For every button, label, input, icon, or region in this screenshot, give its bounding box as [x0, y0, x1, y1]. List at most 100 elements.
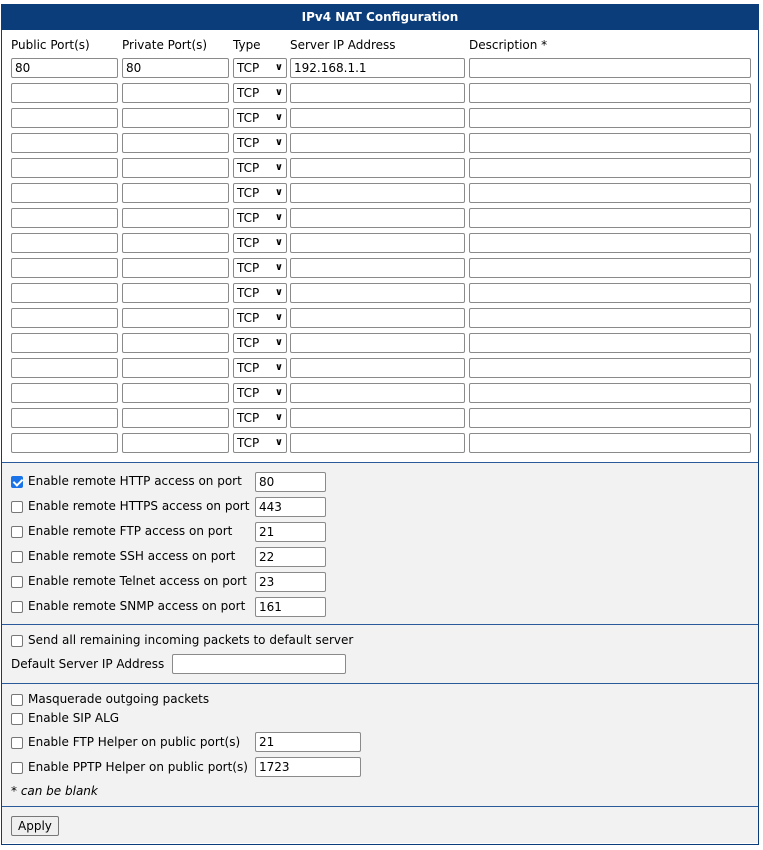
remote-access-checkbox[interactable]: [11, 526, 23, 538]
description-input[interactable]: [469, 158, 751, 178]
type-select[interactable]: TCP ∨: [233, 183, 287, 203]
description-input[interactable]: [469, 133, 751, 153]
remote-access-checkbox[interactable]: [11, 551, 23, 563]
public-port-input[interactable]: [11, 133, 118, 153]
public-port-input[interactable]: [11, 233, 118, 253]
public-port-input[interactable]: [11, 258, 118, 278]
type-select[interactable]: TCP ∨: [233, 283, 287, 303]
public-port-input[interactable]: [11, 108, 118, 128]
send-default-checkbox[interactable]: [11, 635, 23, 647]
server-ip-input[interactable]: [290, 83, 465, 103]
remote-access-port-input[interactable]: [255, 547, 326, 567]
public-port-input[interactable]: [11, 83, 118, 103]
type-select[interactable]: TCP ∨: [233, 408, 287, 428]
server-ip-input[interactable]: [290, 58, 465, 78]
remote-access-port-input[interactable]: [255, 472, 326, 492]
private-port-input[interactable]: [122, 183, 229, 203]
public-port-input[interactable]: [11, 433, 118, 453]
description-input[interactable]: [469, 183, 751, 203]
server-ip-input[interactable]: [290, 433, 465, 453]
server-ip-input[interactable]: [290, 408, 465, 428]
apply-button[interactable]: Apply: [11, 816, 59, 836]
server-ip-input[interactable]: [290, 108, 465, 128]
type-select[interactable]: TCP ∨: [233, 133, 287, 153]
description-input[interactable]: [469, 83, 751, 103]
remote-access-checkbox[interactable]: [11, 476, 23, 488]
remote-access-port-input[interactable]: [255, 522, 326, 542]
public-port-input[interactable]: [11, 283, 118, 303]
public-port-input[interactable]: [11, 358, 118, 378]
type-select[interactable]: TCP ∨: [233, 433, 287, 453]
private-port-input[interactable]: [122, 283, 229, 303]
private-port-input[interactable]: [122, 333, 229, 353]
type-select[interactable]: TCP ∨: [233, 333, 287, 353]
pptp-helper-checkbox[interactable]: [11, 762, 23, 774]
server-ip-input[interactable]: [290, 158, 465, 178]
type-select[interactable]: TCP ∨: [233, 233, 287, 253]
type-select[interactable]: TCP ∨: [233, 108, 287, 128]
private-port-input[interactable]: [122, 108, 229, 128]
public-port-input[interactable]: [11, 183, 118, 203]
type-select[interactable]: TCP ∨: [233, 383, 287, 403]
server-ip-input[interactable]: [290, 333, 465, 353]
pptp-helper-port-input[interactable]: [255, 757, 361, 777]
server-ip-input[interactable]: [290, 308, 465, 328]
private-port-input[interactable]: [122, 408, 229, 428]
type-select[interactable]: TCP ∨: [233, 358, 287, 378]
public-port-input[interactable]: [11, 58, 118, 78]
masquerade-checkbox[interactable]: [11, 694, 23, 706]
server-ip-input[interactable]: [290, 383, 465, 403]
description-input[interactable]: [469, 233, 751, 253]
description-input[interactable]: [469, 58, 751, 78]
description-input[interactable]: [469, 358, 751, 378]
public-port-input[interactable]: [11, 158, 118, 178]
remote-access-port-input[interactable]: [255, 597, 326, 617]
private-port-input[interactable]: [122, 258, 229, 278]
remote-access-port-input[interactable]: [255, 572, 326, 592]
type-select[interactable]: TCP ∨: [233, 158, 287, 178]
public-port-input[interactable]: [11, 208, 118, 228]
private-port-input[interactable]: [122, 58, 229, 78]
remote-access-port-input[interactable]: [255, 497, 326, 517]
private-port-input[interactable]: [122, 158, 229, 178]
private-port-input[interactable]: [122, 133, 229, 153]
description-input[interactable]: [469, 383, 751, 403]
type-select[interactable]: TCP ∨: [233, 83, 287, 103]
remote-access-checkbox[interactable]: [11, 601, 23, 613]
private-port-input[interactable]: [122, 233, 229, 253]
description-input[interactable]: [469, 283, 751, 303]
type-select[interactable]: TCP ∨: [233, 58, 287, 78]
public-port-input[interactable]: [11, 333, 118, 353]
server-ip-input[interactable]: [290, 283, 465, 303]
public-port-input[interactable]: [11, 308, 118, 328]
server-ip-input[interactable]: [290, 258, 465, 278]
type-select[interactable]: TCP ∨: [233, 258, 287, 278]
description-input[interactable]: [469, 433, 751, 453]
remote-access-checkbox[interactable]: [11, 501, 23, 513]
description-input[interactable]: [469, 408, 751, 428]
server-ip-input[interactable]: [290, 183, 465, 203]
server-ip-input[interactable]: [290, 133, 465, 153]
description-input[interactable]: [469, 308, 751, 328]
server-ip-input[interactable]: [290, 358, 465, 378]
description-input[interactable]: [469, 208, 751, 228]
description-input[interactable]: [469, 258, 751, 278]
private-port-input[interactable]: [122, 83, 229, 103]
default-server-ip-input[interactable]: [172, 654, 346, 674]
server-ip-input[interactable]: [290, 233, 465, 253]
private-port-input[interactable]: [122, 308, 229, 328]
private-port-input[interactable]: [122, 208, 229, 228]
public-port-input[interactable]: [11, 383, 118, 403]
public-port-input[interactable]: [11, 408, 118, 428]
private-port-input[interactable]: [122, 383, 229, 403]
ftp-helper-port-input[interactable]: [255, 732, 361, 752]
private-port-input[interactable]: [122, 358, 229, 378]
type-select[interactable]: TCP ∨: [233, 308, 287, 328]
type-select[interactable]: TCP ∨: [233, 208, 287, 228]
ftp-helper-checkbox[interactable]: [11, 737, 23, 749]
description-input[interactable]: [469, 333, 751, 353]
private-port-input[interactable]: [122, 433, 229, 453]
remote-access-checkbox[interactable]: [11, 576, 23, 588]
sip-alg-checkbox[interactable]: [11, 713, 23, 725]
server-ip-input[interactable]: [290, 208, 465, 228]
